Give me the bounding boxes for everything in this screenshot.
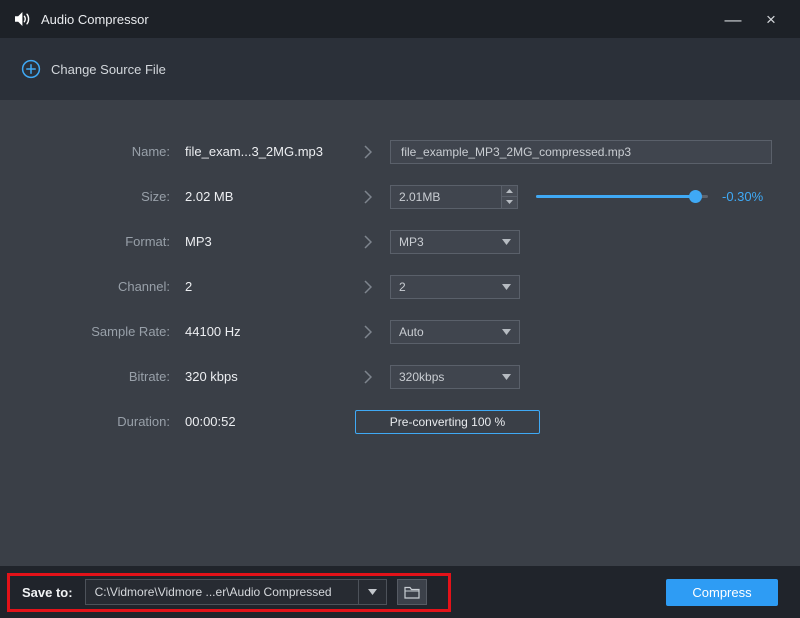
plus-circle-icon [21, 59, 41, 79]
sample-rate-dropdown[interactable]: Auto [390, 320, 520, 344]
size-label: Size: [0, 189, 170, 204]
size-stepper [501, 186, 517, 208]
format-row: Format: MP3 MP3 [0, 219, 800, 264]
format-dropdown-value: MP3 [399, 235, 502, 249]
chevron-right-icon [345, 235, 390, 249]
bitrate-row: Bitrate: 320 kbps 320kbps [0, 354, 800, 399]
chevron-right-icon [345, 280, 390, 294]
save-path-input[interactable] [86, 585, 358, 599]
output-size-input[interactable] [391, 186, 501, 208]
minimize-button[interactable]: — [719, 5, 747, 33]
dropdown-arrow-icon [502, 239, 511, 245]
bitrate-label: Bitrate: [0, 369, 170, 384]
compress-button[interactable]: Compress [666, 579, 778, 606]
name-label: Name: [0, 144, 170, 159]
titlebar: Audio Compressor — × [0, 0, 800, 38]
channel-dropdown[interactable]: 2 [390, 275, 520, 299]
channel-label: Channel: [0, 279, 170, 294]
chevron-right-icon [345, 370, 390, 384]
dropdown-arrow-icon [502, 329, 511, 335]
size-slider[interactable] [536, 189, 708, 204]
speaker-icon [15, 12, 32, 26]
audio-compressor-window: Audio Compressor — × Change Source File … [0, 0, 800, 618]
sample-rate-row: Sample Rate: 44100 Hz Auto [0, 309, 800, 354]
save-path-dropdown-arrow-icon[interactable] [358, 580, 386, 604]
duration-label: Duration: [0, 414, 170, 429]
size-source-value: 2.02 MB [185, 189, 345, 204]
compression-settings-panel: Name: file_exam...3_2MG.mp3 Size: 2.02 M… [0, 100, 800, 566]
duration-source-value: 00:00:52 [185, 414, 345, 429]
sample-rate-source-value: 44100 Hz [185, 324, 345, 339]
size-step-down-icon[interactable] [502, 196, 517, 208]
sample-rate-dropdown-value: Auto [399, 325, 502, 339]
chevron-right-icon [345, 145, 390, 159]
channel-dropdown-value: 2 [399, 280, 502, 294]
format-label: Format: [0, 234, 170, 249]
format-dropdown[interactable]: MP3 [390, 230, 520, 254]
size-step-up-icon[interactable] [502, 186, 517, 197]
channel-source-value: 2 [185, 279, 345, 294]
save-path-combobox[interactable] [85, 579, 387, 605]
size-change-percent: -0.30% [722, 189, 763, 204]
output-name-input[interactable] [390, 140, 772, 164]
change-source-file-button[interactable]: Change Source File [21, 59, 166, 79]
close-button[interactable]: × [757, 5, 785, 33]
source-header: Change Source File [0, 38, 800, 100]
browse-folder-button[interactable] [397, 579, 427, 605]
chevron-right-icon [345, 325, 390, 339]
size-slider-fill [536, 195, 696, 198]
format-source-value: MP3 [185, 234, 345, 249]
footer-bar: Save to: Compress [0, 566, 800, 618]
dropdown-arrow-icon [502, 284, 511, 290]
pre-converting-button[interactable]: Pre-converting 100 % [355, 410, 540, 434]
folder-icon [404, 586, 420, 599]
size-row: Size: 2.02 MB [0, 174, 800, 219]
dropdown-arrow-icon [502, 374, 511, 380]
save-to-label: Save to: [22, 585, 73, 600]
sample-rate-label: Sample Rate: [0, 324, 170, 339]
channel-row: Channel: 2 2 [0, 264, 800, 309]
bitrate-dropdown-value: 320kbps [399, 370, 502, 384]
change-source-label: Change Source File [51, 62, 166, 77]
name-row: Name: file_exam...3_2MG.mp3 [0, 129, 800, 174]
window-title: Audio Compressor [41, 12, 149, 27]
window-controls: — × [719, 5, 785, 33]
bitrate-dropdown[interactable]: 320kbps [390, 365, 520, 389]
size-slider-handle[interactable] [689, 190, 702, 203]
output-size-spinner [390, 185, 518, 209]
name-source-value: file_exam...3_2MG.mp3 [185, 144, 345, 159]
bitrate-source-value: 320 kbps [185, 369, 345, 384]
duration-row: Duration: 00:00:52 Pre-converting 100 % [0, 399, 800, 444]
chevron-right-icon [345, 190, 390, 204]
